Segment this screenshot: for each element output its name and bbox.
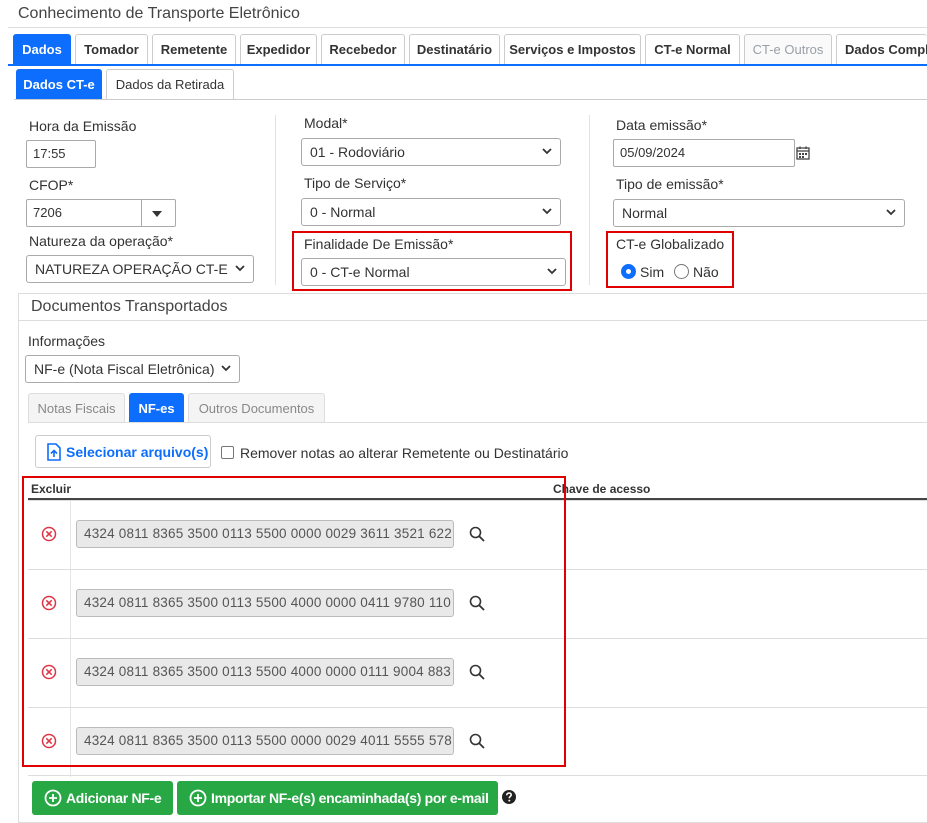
natureza-label: Natureza da operação*: [29, 233, 173, 249]
tab-dados-complementares[interactable]: Dados Comple: [836, 34, 927, 65]
finalidade-value: 0 - CT-e Normal: [310, 264, 410, 280]
globalizado-nao-label: Não: [693, 264, 719, 280]
tabs-underline: [8, 64, 927, 66]
globalizado-label: CT-e Globalizado: [616, 236, 725, 252]
doc-tabs-underline: [28, 422, 927, 423]
globalizado-sim-label: Sim: [640, 264, 665, 280]
natureza-value: NATUREZA OPERAÇÃO CT-E: [35, 261, 228, 277]
modal-value: 01 - Rodoviário: [310, 144, 405, 160]
hora-emissao-input[interactable]: 17:55: [26, 140, 96, 168]
documentos-title: Documentos Transportados: [31, 298, 228, 315]
chevron-down-icon: [221, 365, 231, 372]
informacoes-select[interactable]: NF-e (Nota Fiscal Eletrônica): [25, 355, 240, 383]
informacoes-label: Informações: [28, 333, 106, 349]
tab-remetente[interactable]: Remetente: [152, 34, 236, 65]
hora-emissao-label: Hora da Emissão: [29, 118, 137, 134]
select-file-button[interactable]: Selecionar arquivo(s): [35, 435, 211, 468]
tab-dados[interactable]: Dados: [13, 34, 71, 65]
tab-cte-outros: CT-e Outros: [744, 34, 832, 65]
tab-nfes[interactable]: NF-es: [129, 393, 184, 423]
table-bottom-line: [28, 775, 927, 776]
data-emissao-input[interactable]: 05/09/2024: [613, 139, 795, 167]
cfop-input[interactable]: 7206: [26, 199, 176, 227]
tipo-emissao-value: Normal: [622, 205, 668, 221]
add-nfe-label: Adicionar NF-e: [66, 790, 162, 806]
tab-destinatario[interactable]: Destinatário: [409, 34, 500, 65]
subtab-dados-retirada[interactable]: Dados da Retirada: [106, 69, 234, 100]
tab-recebedor[interactable]: Recebedor: [321, 34, 405, 65]
column-divider: [275, 115, 276, 285]
chevron-down-icon: [235, 265, 245, 272]
import-nfe-button[interactable]: Importar NF-e(s) encaminhada(s) por e-ma…: [177, 781, 498, 815]
cfop-label: CFOP*: [29, 177, 74, 193]
cfop-divider: [141, 200, 142, 226]
window-title: Conhecimento de Transporte Eletrônico: [18, 5, 300, 22]
subtab-dados-cte[interactable]: Dados CT-e: [16, 69, 102, 100]
highlight-nfe-table: [22, 476, 566, 767]
chevron-down-icon: [542, 208, 552, 215]
tipo-servico-select[interactable]: 0 - Normal: [301, 198, 561, 226]
tab-servicos-impostos[interactable]: Serviços e Impostos: [504, 34, 641, 65]
tab-outros-documentos[interactable]: Outros Documentos: [188, 393, 325, 423]
modal-label: Modal*: [304, 115, 348, 131]
plus-circle-icon: [44, 789, 62, 807]
tipo-emissao-select[interactable]: Normal: [613, 199, 905, 227]
informacoes-value: NF-e (Nota Fiscal Eletrônica): [34, 361, 215, 377]
window-title-bar: Conhecimento de Transporte Eletrônico: [8, 0, 927, 28]
remove-notes-checkbox[interactable]: [221, 446, 234, 459]
finalidade-label: Finalidade De Emissão*: [304, 236, 454, 252]
import-nfe-label: Importar NF-e(s) encaminhada(s) por e-ma…: [211, 790, 489, 806]
file-upload-icon: [47, 442, 61, 461]
globalizado-nao-radio[interactable]: [674, 264, 689, 279]
remove-notes-label: Remover notas ao alterar Remetente ou De…: [240, 445, 569, 461]
tab-tomador[interactable]: Tomador: [75, 34, 148, 65]
natureza-select[interactable]: NATUREZA OPERAÇÃO CT-E: [26, 255, 254, 283]
section-divider: [19, 320, 927, 321]
calendar-icon[interactable]: [796, 146, 810, 160]
column-divider: [589, 115, 590, 285]
tab-expedidor[interactable]: Expedidor: [240, 34, 317, 65]
subtabs-underline: [14, 99, 927, 100]
tab-cte-normal[interactable]: CT-e Normal: [645, 34, 740, 65]
chevron-down-icon: [886, 209, 896, 216]
help-icon[interactable]: [502, 790, 516, 804]
select-file-label: Selecionar arquivo(s): [66, 443, 209, 460]
modal-select[interactable]: 01 - Rodoviário: [301, 138, 561, 166]
globalizado-sim-radio[interactable]: [621, 264, 636, 279]
tipo-servico-label: Tipo de Serviço*: [304, 175, 407, 191]
finalidade-select[interactable]: 0 - CT-e Normal: [301, 258, 566, 286]
caret-down-icon[interactable]: [152, 211, 162, 217]
cfop-value: 7206: [33, 205, 62, 220]
chevron-down-icon: [542, 148, 552, 155]
chevron-down-icon: [547, 268, 557, 275]
col-chave-header: Chave de acesso: [553, 482, 651, 496]
plus-circle-icon: [189, 789, 207, 807]
add-nfe-button[interactable]: Adicionar NF-e: [32, 781, 173, 815]
tipo-servico-value: 0 - Normal: [310, 204, 376, 220]
data-emissao-label: Data emissão*: [616, 117, 708, 133]
tab-notas-fiscais[interactable]: Notas Fiscais: [28, 393, 125, 423]
tipo-emissao-label: Tipo de emissão*: [616, 176, 724, 192]
